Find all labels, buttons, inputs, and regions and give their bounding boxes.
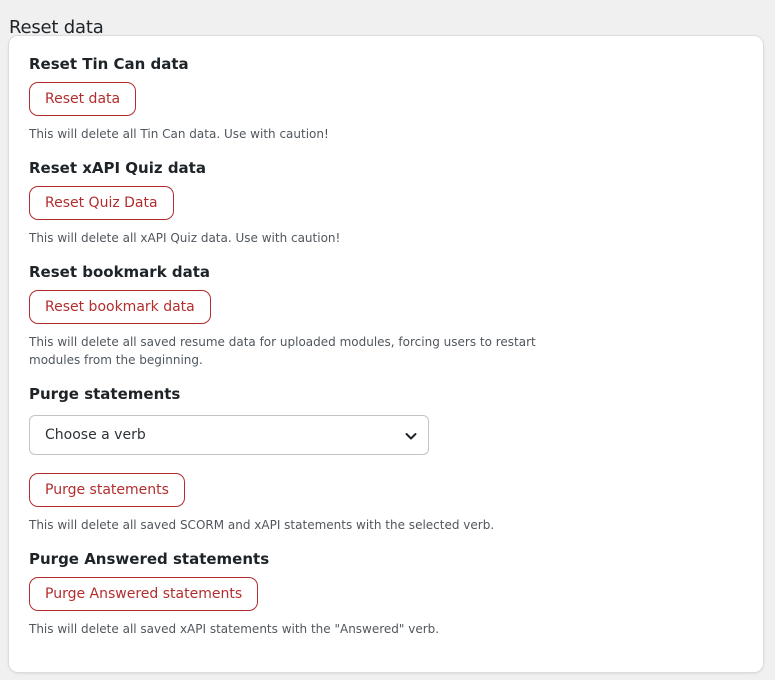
reset-tincan-section: Reset Tin Can data Reset data This will … — [29, 55, 743, 143]
reset-bookmark-button[interactable]: Reset bookmark data — [29, 290, 211, 324]
purge-statements-heading: Purge statements — [29, 385, 181, 403]
reset-quiz-button[interactable]: Reset Quiz Data — [29, 186, 174, 220]
reset-tincan-button[interactable]: Reset data — [29, 82, 137, 116]
verb-select[interactable]: Choose a verb — [29, 415, 429, 455]
reset-data-card: Reset Tin Can data Reset data This will … — [9, 36, 763, 672]
reset-quiz-heading: Reset xAPI Quiz data — [29, 159, 206, 177]
purge-answered-section: Purge Answered statements Purge Answered… — [29, 550, 743, 638]
chevron-down-icon — [405, 433, 417, 440]
purge-statements-section: Purge statements Choose a verb Purge sta… — [29, 385, 743, 534]
reset-bookmark-description: This will delete all saved resume data f… — [29, 335, 536, 367]
reset-tincan-heading: Reset Tin Can data — [29, 55, 189, 73]
reset-quiz-section: Reset xAPI Quiz data Reset Quiz Data Thi… — [29, 159, 743, 247]
page-title: Reset data — [9, 17, 104, 39]
purge-statements-description: This will delete all saved SCORM and xAP… — [29, 518, 495, 532]
reset-bookmark-section: Reset bookmark data Reset bookmark data … — [29, 263, 743, 369]
purge-statements-button[interactable]: Purge statements — [29, 473, 185, 507]
reset-quiz-description: This will delete all xAPI Quiz data. Use… — [29, 231, 341, 245]
purge-answered-heading: Purge Answered statements — [29, 550, 270, 568]
reset-bookmark-heading: Reset bookmark data — [29, 263, 211, 281]
reset-tincan-description: This will delete all Tin Can data. Use w… — [29, 127, 329, 141]
purge-answered-button[interactable]: Purge Answered statements — [29, 577, 259, 611]
purge-answered-description: This will delete all saved xAPI statemen… — [29, 622, 440, 636]
verb-select-value: Choose a verb — [45, 427, 146, 443]
